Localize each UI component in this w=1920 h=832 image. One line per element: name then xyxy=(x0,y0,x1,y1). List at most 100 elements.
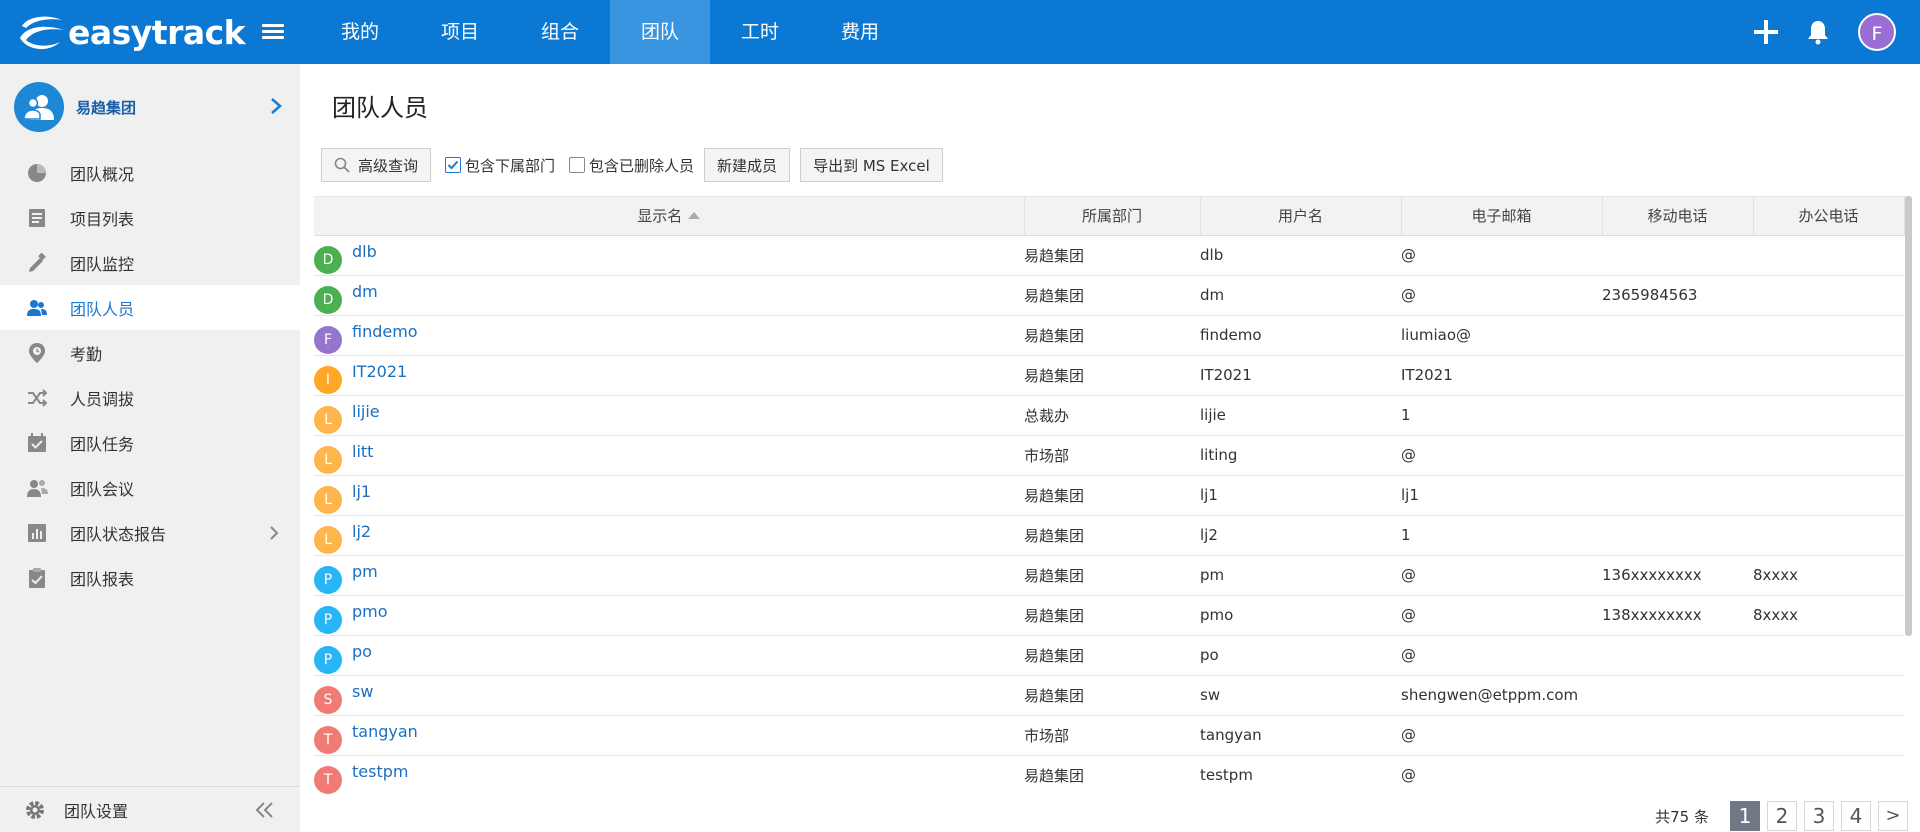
sidebar-item-3[interactable]: 团队人员 xyxy=(0,285,300,330)
sidebar-item-6[interactable]: 团队任务 xyxy=(0,420,300,465)
nav-tab-2[interactable]: 组合 xyxy=(510,0,610,64)
checkbox-unchecked-icon xyxy=(569,157,586,173)
member-name-link[interactable]: testpm xyxy=(352,762,408,781)
add-icon[interactable] xyxy=(1754,20,1778,44)
member-name-link[interactable]: IT2021 xyxy=(352,362,407,381)
next-page-button[interactable]: > xyxy=(1878,801,1908,831)
member-name-link[interactable]: findemo xyxy=(352,322,418,341)
page-button-3[interactable]: 3 xyxy=(1804,801,1834,831)
total-count: 共75 条 xyxy=(1655,807,1709,826)
column-header-username[interactable]: 用户名 xyxy=(1200,197,1402,236)
nav-tab-3[interactable]: 团队 xyxy=(610,0,710,64)
sidebar-item-7[interactable]: 团队会议 xyxy=(0,465,300,510)
member-name-link[interactable]: sw xyxy=(352,682,373,701)
sidebar-item-8[interactable]: 团队状态报告 xyxy=(0,510,300,555)
mobile-cell xyxy=(1602,475,1753,516)
include-sub-dept-checkbox[interactable]: 包含下属部门 xyxy=(445,155,555,176)
username-cell: lijie xyxy=(1200,395,1401,436)
member-name-link[interactable]: litt xyxy=(352,442,373,461)
table-row[interactable]: Ddm 易趋集团 dm @2365984563 xyxy=(314,275,1904,316)
table-row[interactable]: Llitt 市场部 liting @ xyxy=(314,435,1904,476)
column-header-mobile[interactable]: 移动电话 xyxy=(1602,197,1754,236)
sort-asc-icon xyxy=(688,212,701,220)
sidebar-item-0[interactable]: 团队概况 xyxy=(0,150,300,195)
office-cell: 8xxxx xyxy=(1753,595,1904,636)
column-header-office[interactable]: 办公电话 xyxy=(1753,197,1905,236)
member-name-link[interactable]: lj1 xyxy=(352,482,371,501)
member-name-link[interactable]: lijie xyxy=(352,402,380,421)
sidebar-item-1[interactable]: 项目列表 xyxy=(0,195,300,240)
office-cell: 8xxxx xyxy=(1753,555,1904,596)
list-icon xyxy=(26,207,48,229)
table-row[interactable]: Ssw 易趋集团 sw shengwen@etppm.com xyxy=(314,675,1904,716)
member-name-link[interactable]: lj2 xyxy=(352,522,371,541)
member-name-link[interactable]: dlb xyxy=(352,242,377,261)
dept-cell: 市场部 xyxy=(1024,715,1200,756)
org-selector[interactable]: 易趋集团 xyxy=(0,64,300,150)
sidebar-item-2[interactable]: 团队监控 xyxy=(0,240,300,285)
table-row[interactable]: Ttestpm 易趋集团 testpm @ xyxy=(314,755,1904,794)
page-button-4[interactable]: 4 xyxy=(1841,801,1871,831)
meeting-icon xyxy=(26,477,48,499)
collapse-sidebar-icon[interactable] xyxy=(254,801,274,819)
pagination: 共75 条 1234 > xyxy=(1655,800,1908,832)
team-settings[interactable]: 团队设置 xyxy=(0,786,300,832)
table-row[interactable]: Ppmo 易趋集团 pmo @138xxxxxxxx 8xxxx xyxy=(314,595,1904,636)
app-logo[interactable]: easytrack xyxy=(18,12,246,52)
member-name-link[interactable]: pm xyxy=(352,562,378,581)
username-cell: po xyxy=(1200,635,1401,676)
user-avatar[interactable]: F xyxy=(1858,13,1896,51)
page-button-1[interactable]: 1 xyxy=(1730,801,1760,831)
table-row[interactable]: Llj1 易趋集团 lj1 lj1 xyxy=(314,475,1904,516)
hamburger-menu-icon[interactable] xyxy=(262,24,284,40)
column-header-email[interactable]: 电子邮箱 xyxy=(1401,197,1603,236)
mobile-cell xyxy=(1602,715,1753,756)
office-cell xyxy=(1753,355,1904,396)
table-row[interactable]: Llj2 易趋集团 lj2 1 xyxy=(314,515,1904,556)
page-button-2[interactable]: 2 xyxy=(1767,801,1797,831)
toolbar: 高级查询 包含下属部门 包含已删除人员 新建成员 导出到 MS Excel xyxy=(321,148,943,182)
column-header-display-name[interactable]: 显示名 xyxy=(314,197,1025,236)
nav-tab-4[interactable]: 工时 xyxy=(710,0,810,64)
member-name-link[interactable]: pmo xyxy=(352,602,388,621)
new-member-button[interactable]: 新建成员 xyxy=(704,148,791,182)
username-cell: IT2021 xyxy=(1200,355,1401,396)
table-row[interactable]: Ttangyan 市场部 tangyan @ xyxy=(314,715,1904,756)
mobile-cell xyxy=(1602,395,1753,436)
table-row[interactable]: Ppo 易趋集团 po @ xyxy=(314,635,1904,676)
member-avatar: P xyxy=(314,565,342,594)
table-row[interactable]: Ddlb 易趋集团 dlb @ xyxy=(314,235,1904,276)
sidebar-item-5[interactable]: 人员调拔 xyxy=(0,375,300,420)
table-row[interactable]: Llijie 总裁办 lijie 1 xyxy=(314,395,1904,436)
table-row[interactable]: Ffindemo 易趋集团 findemo liumiao@ xyxy=(314,315,1904,356)
member-name-link[interactable]: dm xyxy=(352,282,378,301)
dept-cell: 总裁办 xyxy=(1024,395,1200,436)
sidebar-item-9[interactable]: 团队报表 xyxy=(0,555,300,600)
nav-tab-1[interactable]: 项目 xyxy=(410,0,510,64)
shuffle-icon xyxy=(26,387,48,409)
nav-tab-0[interactable]: 我的 xyxy=(310,0,410,64)
bell-icon[interactable] xyxy=(1806,19,1830,45)
advanced-search-button[interactable]: 高级查询 xyxy=(321,148,432,182)
member-name-link[interactable]: po xyxy=(352,642,372,661)
include-deleted-checkbox[interactable]: 包含已删除人员 xyxy=(569,155,694,176)
gear-icon xyxy=(26,800,44,819)
member-name-link[interactable]: tangyan xyxy=(352,722,418,741)
dept-cell: 易趋集团 xyxy=(1024,475,1200,516)
mobile-cell: 138xxxxxxxx xyxy=(1602,595,1753,636)
email-cell: shengwen@etppm.com xyxy=(1401,675,1602,716)
display-name-cell: Ppmo xyxy=(314,595,1024,636)
table-scrollbar[interactable] xyxy=(1905,196,1912,636)
dept-cell: 易趋集团 xyxy=(1024,755,1200,794)
email-cell: @ xyxy=(1401,595,1602,636)
nav-tab-5[interactable]: 费用 xyxy=(810,0,910,64)
table-row[interactable]: I IT2021 易趋集团 IT2021 IT2021 xyxy=(314,355,1904,396)
office-cell xyxy=(1753,675,1904,716)
export-excel-button[interactable]: 导出到 MS Excel xyxy=(800,148,943,182)
chevron-right-icon xyxy=(270,526,279,540)
email-cell: IT2021 xyxy=(1401,355,1602,396)
sidebar-item-4[interactable]: 考勤 xyxy=(0,330,300,375)
office-cell xyxy=(1753,635,1904,676)
table-row[interactable]: Ppm 易趋集团 pm @136xxxxxxxx 8xxxx xyxy=(314,555,1904,596)
column-header-dept[interactable]: 所属部门 xyxy=(1024,197,1201,236)
